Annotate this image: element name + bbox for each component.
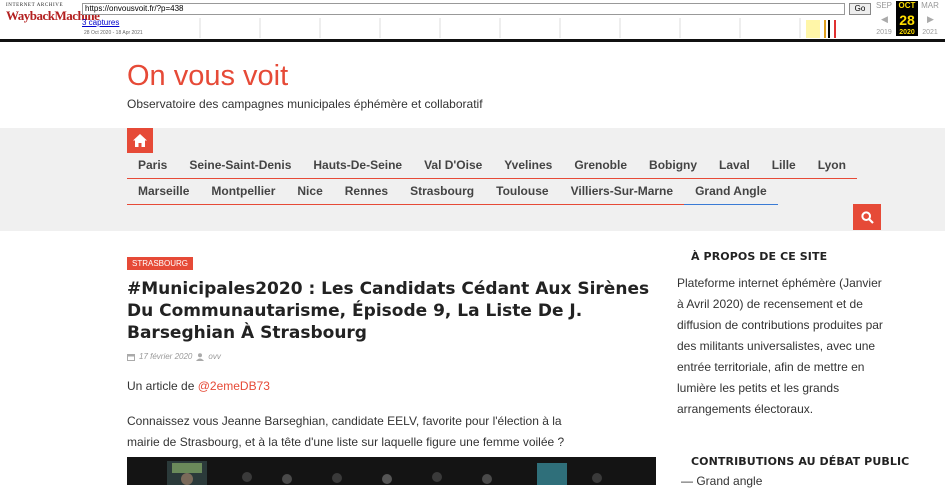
wayback-logo[interactable]: INTERNET ARCHIVE WaybackMachine	[6, 3, 100, 33]
calendar-icon	[127, 353, 135, 361]
article-title[interactable]: #Municipales2020 : Les Candidats Cédant …	[127, 278, 657, 344]
author-link[interactable]: @2emeDB73	[198, 379, 270, 393]
nav-item-hauts-de-seine[interactable]: Hauts-De-Seine	[302, 153, 414, 179]
site-tagline: Observatoire des campagnes municipales é…	[127, 97, 483, 111]
search-icon	[860, 210, 874, 224]
contrib-item-label: Grand angle	[696, 474, 763, 488]
nav-item-nice[interactable]: Nice	[286, 179, 334, 205]
nav-item-marseille[interactable]: Marseille	[127, 179, 201, 205]
nav-item-grand-angle[interactable]: Grand Angle	[684, 179, 778, 205]
nav-item-toulouse[interactable]: Toulouse	[485, 179, 560, 205]
wayback-logo-main: WaybackMachine	[6, 8, 100, 23]
wayback-calendar: SEP OCT MAR ◀ 28 ▶ 2019 2020 2021	[873, 0, 945, 40]
nav-item-villiers-sur-marne[interactable]: Villiers-Sur-Marne	[559, 179, 685, 205]
user-icon	[196, 352, 205, 361]
article: STRASBOURG #Municipales2020 : Les Candid…	[127, 253, 657, 453]
contrib-item-grand-angle[interactable]: — Grand angle	[681, 474, 762, 488]
home-button[interactable]	[127, 128, 153, 153]
about-widget-text: Plateforme internet éphémère (Janvier à …	[677, 276, 883, 416]
nav-item-montpellier[interactable]: Montpellier	[200, 179, 287, 205]
nav-row-2: Marseille Montpellier Nice Rennes Strasb…	[127, 179, 778, 205]
wayback-go-button[interactable]: Go	[849, 3, 871, 15]
site-header: On vous voit Observatoire des campagnes …	[0, 42, 945, 128]
month-current: OCT	[896, 1, 918, 10]
about-widget-title: À PROPOS DE CE SITE	[691, 250, 828, 263]
year-prev[interactable]: 2019	[873, 29, 895, 36]
nav-item-val-d-oise[interactable]: Val D'Oise	[413, 153, 494, 179]
article-photo	[127, 457, 656, 485]
home-icon	[133, 134, 147, 147]
article-meta: 17 février 2020 ovv	[127, 352, 657, 361]
category-badge[interactable]: STRASBOURG	[127, 257, 194, 270]
year-next[interactable]: 2021	[919, 29, 941, 36]
article-intro: Un article de @2emeDB73	[127, 379, 657, 393]
next-arrow-icon[interactable]: ▶	[927, 14, 934, 25]
nav-row-1: Paris Seine-Saint-Denis Hauts-De-Seine V…	[127, 153, 857, 179]
nav-item-laval[interactable]: Laval	[708, 153, 761, 179]
nav-item-rennes[interactable]: Rennes	[333, 179, 400, 205]
article-date[interactable]: 17 février 2020	[139, 352, 192, 361]
wayback-captures-link[interactable]: 3 captures	[82, 18, 119, 27]
wayback-capture-range: 28 Oct 2020 - 18 Apr 2021	[84, 30, 143, 36]
search-button[interactable]	[853, 204, 881, 230]
article-body: Connaissez vous Jeanne Barseghian, candi…	[127, 414, 565, 449]
year-current: 2020	[896, 29, 918, 36]
current-day: 28	[896, 10, 918, 30]
nav-item-bobigny[interactable]: Bobigny	[638, 153, 709, 179]
main-nav: Paris Seine-Saint-Denis Hauts-De-Seine V…	[0, 128, 945, 231]
site-title[interactable]: On vous voit	[127, 60, 288, 93]
nav-item-yvelines[interactable]: Yvelines	[493, 153, 564, 179]
wayback-sparkline[interactable]	[160, 18, 870, 38]
article-image	[127, 457, 656, 485]
nav-item-paris[interactable]: Paris	[127, 153, 179, 179]
prev-arrow-icon[interactable]: ◀	[881, 14, 888, 25]
month-prev[interactable]: SEP	[873, 1, 895, 10]
nav-item-strasbourg[interactable]: Strasbourg	[399, 179, 486, 205]
article-author[interactable]: ovv	[208, 352, 220, 361]
wayback-toolbar: INTERNET ARCHIVE WaybackMachine https://…	[0, 0, 945, 42]
month-next[interactable]: MAR	[919, 1, 941, 10]
contrib-widget-title: CONTRIBUTIONS AU DÉBAT PUBLIC	[691, 455, 910, 468]
nav-item-seine-saint-denis[interactable]: Seine-Saint-Denis	[178, 153, 303, 179]
nav-item-grenoble[interactable]: Grenoble	[563, 153, 639, 179]
nav-item-lille[interactable]: Lille	[760, 153, 807, 179]
intro-prefix: Un article de	[127, 379, 195, 393]
sidebar: À PROPOS DE CE SITE Plateforme internet …	[677, 250, 887, 420]
nav-item-lyon[interactable]: Lyon	[806, 153, 857, 179]
wayback-url-input[interactable]: https://onvousvoit.fr/?p=438	[82, 3, 845, 15]
